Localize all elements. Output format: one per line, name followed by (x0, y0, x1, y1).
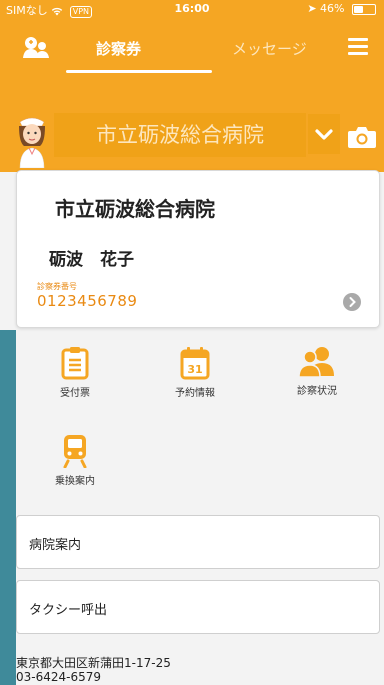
status-right: ➤ 46% (307, 2, 376, 15)
tab-messages[interactable]: メッセージ (232, 38, 307, 59)
menu-appointment-info[interactable]: 31 予約情報 (150, 346, 240, 399)
camera-icon[interactable] (346, 124, 378, 150)
users-icon (298, 347, 334, 378)
card-patient-name: 砺波 花子 (49, 250, 134, 270)
hospital-select-value: 市立砺波総合病院 (96, 123, 264, 147)
chevron-right-icon[interactable] (343, 293, 361, 311)
battery-percent: 46% (320, 2, 345, 15)
taxi-call-button[interactable]: タクシー呼出 (16, 580, 380, 634)
hospital-dropdown-button[interactable] (308, 114, 340, 154)
tab-exam-card[interactable]: 診察券 (96, 38, 141, 59)
calendar-icon: 31 (180, 347, 210, 380)
card-number: 0123456789 (37, 292, 138, 310)
menu-exam-status[interactable]: 診察状況 (272, 346, 362, 397)
active-tab-indicator (66, 70, 212, 73)
footer-address: 東京都大田区新蒲田1-17-25 (16, 656, 171, 670)
menu-transit-guide[interactable]: 乗換案内 (30, 434, 120, 487)
taxi-call-label: タクシー呼出 (29, 603, 108, 618)
hospital-select[interactable]: 市立砺波総合病院 (54, 113, 306, 157)
clipboard-icon (61, 347, 89, 380)
side-strip (0, 330, 16, 685)
hospital-info-label: 病院案内 (29, 538, 82, 553)
calendar-day-text: 31 (187, 363, 202, 376)
menu-transit-guide-label: 乗換案内 (55, 476, 95, 487)
nurse-mascot-icon (19, 117, 45, 168)
train-icon (63, 435, 87, 468)
battery-icon (352, 3, 376, 15)
menu-reception-slip-label: 受付票 (60, 388, 90, 399)
hamburger-menu-icon[interactable] (348, 38, 368, 56)
footer-contact: 東京都大田区新蒲田1-17-25 03-6424-6579 (16, 656, 171, 684)
patient-card[interactable]: 市立砺波総合病院 砺波 花子 診察券番号 0123456789 (16, 170, 380, 328)
menu-reception-slip[interactable]: 受付票 (30, 346, 120, 399)
app-logo-icon[interactable] (22, 36, 50, 60)
menu-exam-status-label: 診察状況 (297, 386, 337, 397)
location-icon: ➤ (307, 2, 317, 15)
hospital-info-button[interactable]: 病院案内 (16, 515, 380, 569)
card-number-label: 診察券番号 (37, 282, 77, 291)
status-bar: SIMなし VPN 16:00 ➤ 46% (0, 0, 384, 18)
nav-bar: 診察券 メッセージ (0, 28, 384, 78)
chevron-down-icon (315, 129, 333, 140)
footer-phone[interactable]: 03-6424-6579 (16, 670, 171, 684)
menu-appointment-info-label: 予約情報 (175, 388, 215, 399)
card-hospital-name: 市立砺波総合病院 (55, 197, 215, 221)
